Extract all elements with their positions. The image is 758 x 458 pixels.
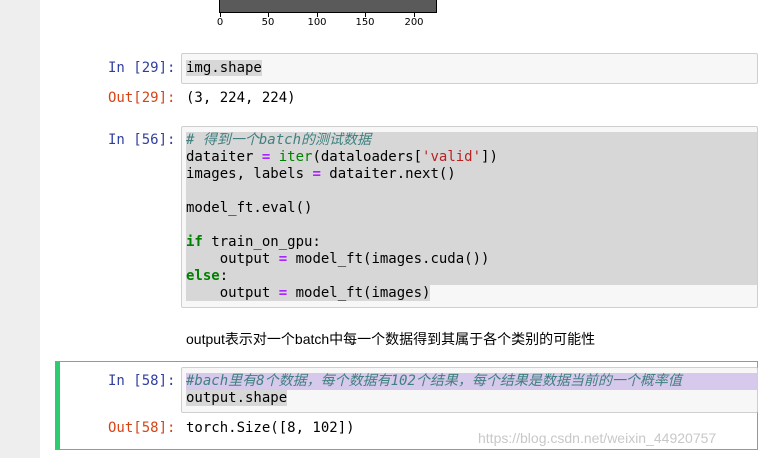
code-line: output.shape [186,390,288,406]
cell-output: torch.Size([8, 102]) [186,420,355,436]
x-tick-label: 0 [216,17,224,28]
code-line: model_ft.eval() [186,200,313,216]
x-tick-label: 50 [261,17,275,28]
code-comment: # 得到一个batch的测试数据 [186,132,372,148]
code-line: dataiter = iter(dataloaders['valid']) [186,149,498,165]
input-prompt: In [29]: [108,60,176,76]
code-line: img.shape [186,60,262,76]
x-tick-label: 150 [355,17,375,28]
code-editor[interactable]: # 得到一个batch的测试数据 dataiter = iter(dataloa… [181,126,758,308]
code-line: output = model_ft(images.cuda()) [186,251,490,267]
output-prompt: Out[29]: [108,90,176,106]
markdown-text: output表示对一个batch中每一个数据得到其属于各个类别的可能性 [186,331,596,347]
input-prompt: In [56]: [108,132,176,148]
code-comment: #bach里有8个数据，每个数据有102个结果，每个结果是数据当前的一个概率值 [186,373,682,389]
code-editor[interactable]: #bach里有8个数据，每个数据有102个结果，每个结果是数据当前的一个概率值 … [181,367,758,413]
code-line: images, labels = dataiter.next() [186,166,456,182]
input-prompt: In [58]: [108,373,176,389]
output-prompt: Out[58]: [108,420,176,436]
x-tick-label: 100 [307,17,327,28]
code-editor[interactable]: img.shape [181,53,758,84]
code-line: else: [186,268,229,284]
watermark: https://blog.csdn.net/weixin_44920757 [478,430,717,446]
plot-image [219,0,437,13]
x-tick-label: 200 [404,17,424,28]
code-line: output = model_ft(images) [186,285,431,301]
code-line: if train_on_gpu: [186,234,321,250]
cell-output: (3, 224, 224) [186,90,296,106]
